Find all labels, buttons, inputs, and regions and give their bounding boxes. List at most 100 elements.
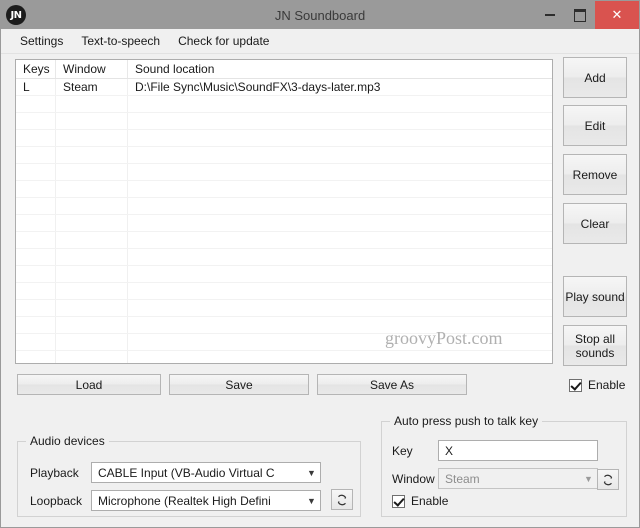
close-button[interactable]: ✕ <box>595 1 639 29</box>
save-as-button[interactable]: Save As <box>317 374 467 395</box>
minimize-icon <box>545 14 555 16</box>
ptt-key-input[interactable]: X <box>438 440 598 461</box>
save-button[interactable]: Save <box>169 374 309 395</box>
cell-empty <box>56 96 128 112</box>
chevron-down-icon: ▼ <box>303 468 320 478</box>
cell-empty <box>128 96 552 112</box>
table-row-empty[interactable] <box>16 96 552 113</box>
cell-empty <box>128 232 552 248</box>
table-row-empty[interactable] <box>16 351 552 364</box>
cell-empty <box>56 351 128 364</box>
table-row-empty[interactable] <box>16 283 552 300</box>
play-sound-button[interactable]: Play sound <box>563 276 627 317</box>
column-header-keys[interactable]: Keys <box>16 60 56 78</box>
cell-location: D:\File Sync\Music\SoundFX\3-days-later.… <box>128 79 552 95</box>
enable-checkbox-label: Enable <box>588 378 625 392</box>
cell-empty <box>56 266 128 282</box>
menu-item-settings[interactable]: Settings <box>11 31 72 51</box>
table-row-empty[interactable] <box>16 130 552 147</box>
app-icon-jn: JN <box>6 5 26 25</box>
loopback-label: Loopback <box>30 494 82 508</box>
audio-devices-title: Audio devices <box>26 434 109 448</box>
window-controls: ✕ <box>535 1 639 29</box>
ptt-enable-checkbox[interactable] <box>392 495 405 508</box>
ptt-enable-row[interactable]: Enable <box>392 494 448 508</box>
table-row[interactable]: LSteamD:\File Sync\Music\SoundFX\3-days-… <box>16 79 552 96</box>
edit-button[interactable]: Edit <box>563 105 627 146</box>
refresh-icon <box>601 473 615 487</box>
table-row-empty[interactable] <box>16 198 552 215</box>
ptt-window-label: Window <box>392 472 435 486</box>
cell-empty <box>16 96 56 112</box>
table-row-empty[interactable] <box>16 334 552 351</box>
cell-empty <box>16 249 56 265</box>
app-window: JN JN Soundboard ✕ Settings Text-to-spee… <box>0 0 640 528</box>
cell-empty <box>16 198 56 214</box>
playback-combobox[interactable]: CABLE Input (VB-Audio Virtual C ▼ <box>91 462 321 483</box>
cell-empty <box>128 215 552 231</box>
ptt-window-combobox[interactable]: Steam ▼ <box>438 468 598 489</box>
stop-all-sounds-button[interactable]: Stop all sounds <box>563 325 627 366</box>
loopback-combobox[interactable]: Microphone (Realtek High Defini ▼ <box>91 490 321 511</box>
column-header-window[interactable]: Window <box>56 60 128 78</box>
cell-empty <box>56 113 128 129</box>
minimize-button[interactable] <box>535 1 565 29</box>
table-row-empty[interactable] <box>16 249 552 266</box>
cell-empty <box>56 317 128 333</box>
table-row-empty[interactable] <box>16 181 552 198</box>
cell-empty <box>56 232 128 248</box>
loopback-value: Microphone (Realtek High Defini <box>92 494 303 508</box>
table-row-empty[interactable] <box>16 147 552 164</box>
cell-empty <box>16 351 56 364</box>
cell-empty <box>128 334 552 350</box>
table-row-empty[interactable] <box>16 215 552 232</box>
cell-window: Steam <box>56 79 128 95</box>
sound-list[interactable]: Keys Window Sound location LSteamD:\File… <box>15 59 553 364</box>
cell-empty <box>128 198 552 214</box>
cell-empty <box>128 351 552 364</box>
table-row-empty[interactable] <box>16 300 552 317</box>
playback-value: CABLE Input (VB-Audio Virtual C <box>92 466 303 480</box>
push-to-talk-group: Auto press push to talk key Key X Window… <box>381 421 627 517</box>
load-button[interactable]: Load <box>17 374 161 395</box>
cell-empty <box>16 130 56 146</box>
cell-empty <box>56 249 128 265</box>
table-row-empty[interactable] <box>16 266 552 283</box>
cell-empty <box>56 147 128 163</box>
remove-button[interactable]: Remove <box>563 154 627 195</box>
menu-item-text-to-speech[interactable]: Text-to-speech <box>72 31 169 51</box>
cell-empty <box>56 130 128 146</box>
maximize-button[interactable] <box>565 1 595 29</box>
chevron-down-icon: ▼ <box>580 474 597 484</box>
cell-empty <box>16 266 56 282</box>
column-header-sound-location[interactable]: Sound location <box>128 60 552 78</box>
refresh-audio-devices-button[interactable] <box>331 489 353 510</box>
cell-empty <box>128 164 552 180</box>
enable-checkbox[interactable] <box>569 379 582 392</box>
ptt-window-value: Steam <box>439 472 580 486</box>
list-header: Keys Window Sound location <box>16 60 552 79</box>
add-button[interactable]: Add <box>563 57 627 98</box>
cell-empty <box>16 317 56 333</box>
cell-empty <box>128 317 552 333</box>
table-row-empty[interactable] <box>16 113 552 130</box>
push-to-talk-title: Auto press push to talk key <box>390 414 542 428</box>
cell-empty <box>16 113 56 129</box>
clear-button[interactable]: Clear <box>563 203 627 244</box>
cell-empty <box>16 215 56 231</box>
table-row-empty[interactable] <box>16 317 552 334</box>
playback-label: Playback <box>30 466 79 480</box>
table-row-empty[interactable] <box>16 164 552 181</box>
cell-empty <box>128 147 552 163</box>
enable-checkbox-row[interactable]: Enable <box>569 378 625 392</box>
table-row-empty[interactable] <box>16 232 552 249</box>
cell-empty <box>128 300 552 316</box>
cell-empty <box>128 283 552 299</box>
cell-empty <box>56 334 128 350</box>
ptt-key-label: Key <box>392 444 413 458</box>
refresh-window-list-button[interactable] <box>597 469 619 490</box>
cell-empty <box>128 266 552 282</box>
cell-empty <box>128 130 552 146</box>
cell-empty <box>56 283 128 299</box>
menu-item-check-for-update[interactable]: Check for update <box>169 31 278 51</box>
